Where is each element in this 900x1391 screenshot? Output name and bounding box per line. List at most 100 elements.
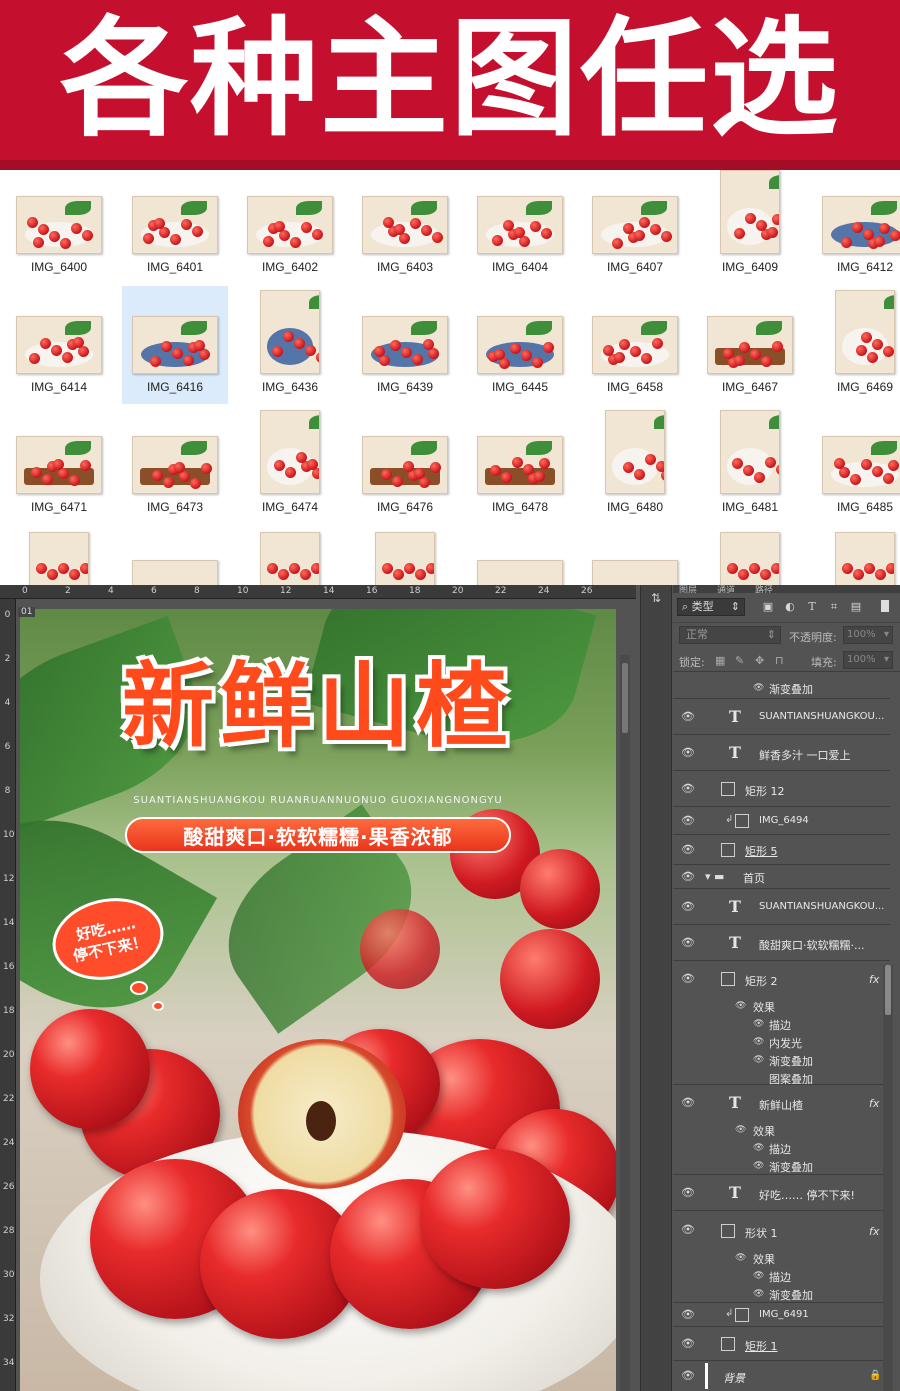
tab-layers[interactable]: 图层: [679, 585, 697, 593]
canvas-scrollbar-thumb[interactable]: [622, 663, 628, 733]
file-thumbnail[interactable]: IMG_6445: [467, 286, 573, 404]
layers-scrollbar-thumb[interactable]: [885, 965, 891, 1015]
layer-effect-row[interactable]: 👁 渐变叠加: [673, 675, 890, 699]
layer-row[interactable]: 👁 T 鲜香多汁 一口爱上: [673, 735, 890, 771]
eye-icon[interactable]: 👁: [735, 1125, 746, 1135]
lock-move-icon[interactable]: ✥: [755, 654, 764, 667]
eye-icon[interactable]: 👁: [681, 844, 695, 855]
file-thumbnail[interactable]: IMG_6404: [467, 170, 573, 284]
layer-row[interactable]: 👁 形状 1 fx 👁 效果 👁 描边 👁 渐变叠加: [673, 1211, 890, 1303]
file-thumbnail[interactable]: IMG_6481: [697, 406, 803, 524]
fx-icon[interactable]: fx: [869, 1225, 879, 1238]
canvas-scrollbar[interactable]: [620, 655, 630, 1391]
eye-icon[interactable]: 👁: [681, 937, 695, 948]
eye-icon[interactable]: 👁: [753, 1161, 764, 1171]
file-thumbnail[interactable]: IMG_6401: [122, 170, 228, 284]
tab-channels[interactable]: 通道: [717, 585, 735, 593]
eye-icon[interactable]: 👁: [681, 783, 695, 794]
file-thumbnail[interactable]: IMG_6474: [237, 406, 343, 524]
eye-icon[interactable]: 👁: [681, 1097, 695, 1108]
blend-mode-select[interactable]: 正常 ⇕: [679, 626, 781, 644]
fill-field[interactable]: 100% ▾: [843, 651, 893, 669]
file-thumbnail[interactable]: IMG_6485: [812, 406, 900, 524]
eye-icon[interactable]: 👁: [753, 1289, 764, 1299]
fx-icon[interactable]: fx: [869, 1097, 879, 1110]
eye-icon[interactable]: 👁: [681, 711, 695, 722]
file-thumbnail[interactable]: IMG_6471: [6, 406, 112, 524]
panel-toggle-icon[interactable]: ⇅: [648, 591, 664, 607]
file-thumbnail[interactable]: IMG_6473: [122, 406, 228, 524]
lock-paint-icon[interactable]: ✎: [735, 654, 744, 667]
fx-icon[interactable]: fx: [869, 973, 879, 986]
layers-scrollbar[interactable]: [883, 965, 893, 1391]
eye-icon[interactable]: 👁: [681, 901, 695, 912]
eye-icon[interactable]: 👁: [681, 1338, 695, 1349]
eye-icon[interactable]: 👁: [681, 815, 695, 826]
document-canvas[interactable]: 新鲜山楂 SUANTIANSHUANGKOU RUANRUANNUONUO GU…: [20, 609, 616, 1391]
eye-icon[interactable]: 👁: [681, 1309, 695, 1320]
opacity-field[interactable]: 100% ▾: [843, 626, 893, 644]
thumbnail-image[interactable]: [477, 560, 563, 585]
eye-icon[interactable]: 👁: [753, 1055, 764, 1065]
document-tab[interactable]: 01: [18, 607, 36, 617]
layer-row[interactable]: 👁 矩形 1: [673, 1327, 890, 1361]
file-thumbnail[interactable]: IMG_6400: [6, 170, 112, 284]
lock-all-icon[interactable]: ⊓: [775, 654, 784, 667]
file-thumbnail[interactable]: IMG_6402: [237, 170, 343, 284]
thumbnail-image[interactable]: [132, 560, 218, 585]
layer-row[interactable]: 👁 ↲ IMG_6494: [673, 807, 890, 835]
lock-transparent-icon[interactable]: ▦: [715, 654, 725, 667]
image-filter-icon[interactable]: ▣: [761, 600, 775, 614]
layer-row[interactable]: 👁 T 酸甜爽口·软软糯糯·...: [673, 925, 890, 961]
thumbnail-image[interactable]: [720, 532, 780, 585]
eye-icon[interactable]: 👁: [681, 871, 695, 882]
eye-icon[interactable]: 👁: [681, 747, 695, 758]
layer-row[interactable]: 👁 T 新鲜山楂 fx 👁 效果 👁 描边 👁 渐变叠加: [673, 1085, 890, 1175]
eye-icon[interactable]: 👁: [735, 1001, 746, 1011]
smart-object-filter-icon[interactable]: ▤: [849, 600, 863, 614]
eye-icon[interactable]: 👁: [681, 1370, 695, 1381]
file-thumbnail[interactable]: IMG_6403: [352, 170, 458, 284]
tab-paths[interactable]: 路径: [755, 585, 773, 593]
eye-icon[interactable]: 👁: [753, 1271, 764, 1281]
file-thumbnail[interactable]: IMG_6480: [582, 406, 688, 524]
layer-row[interactable]: 👁 背景 🔒: [673, 1361, 890, 1391]
eye-icon[interactable]: 👁: [753, 683, 764, 693]
eye-icon[interactable]: 👁: [681, 973, 695, 984]
layer-row[interactable]: 👁 T SUANTIANSHUANGKOU...: [673, 889, 890, 925]
thumbnail-image[interactable]: [835, 532, 895, 585]
thumbnail-image[interactable]: [29, 532, 89, 585]
adjustment-filter-icon[interactable]: ◐: [783, 600, 797, 614]
file-thumbnail[interactable]: IMG_6436: [237, 286, 343, 404]
layer-row[interactable]: 👁 ↲ IMG_6491: [673, 1303, 890, 1327]
shape-filter-icon[interactable]: ⌗: [827, 600, 841, 614]
type-filter-icon[interactable]: T: [805, 600, 819, 614]
eye-icon[interactable]: 👁: [753, 1037, 764, 1047]
layer-row[interactable]: 👁 矩形 12: [673, 771, 890, 807]
layer-row[interactable]: 👁 矩形 2 fx 👁 效果 👁 描边 👁 内发光 👁 渐变叠加 图案叠加: [673, 961, 890, 1086]
file-thumbnail[interactable]: IMG_6407: [582, 170, 688, 284]
thumbnail-image[interactable]: [260, 532, 320, 585]
eye-icon[interactable]: 👁: [681, 1224, 695, 1235]
file-thumbnail[interactable]: IMG_6458: [582, 286, 688, 404]
file-thumbnail[interactable]: IMG_6469: [812, 286, 900, 404]
eye-icon[interactable]: 👁: [735, 1253, 746, 1263]
file-thumbnail[interactable]: IMG_6412: [812, 170, 900, 284]
thumbnail-image[interactable]: [375, 532, 435, 585]
layer-row[interactable]: 👁 矩形 5: [673, 835, 890, 865]
layer-row[interactable]: 👁 T 好吃…… 停不下来!: [673, 1175, 890, 1211]
file-thumbnail[interactable]: IMG_6478: [467, 406, 573, 524]
layer-filter-select[interactable]: ⌕ 类型 ⇕: [677, 598, 745, 616]
layer-row[interactable]: 👁 T SUANTIANSHUANGKOU...: [673, 699, 890, 735]
layer-group-row[interactable]: 👁 ▾ ▬ 首页: [673, 865, 890, 889]
file-thumbnail[interactable]: IMG_6439: [352, 286, 458, 404]
file-thumbnail[interactable]: IMG_6467: [697, 286, 803, 404]
file-thumbnail[interactable]: IMG_6476: [352, 406, 458, 524]
eye-icon[interactable]: 👁: [753, 1019, 764, 1029]
file-thumbnail[interactable]: IMG_6414: [6, 286, 112, 404]
thumbnail-image[interactable]: [592, 560, 678, 585]
eye-icon[interactable]: 👁: [753, 1143, 764, 1153]
filter-toggle-icon[interactable]: [881, 600, 889, 612]
file-thumbnail[interactable]: IMG_6409: [697, 170, 803, 284]
eye-icon[interactable]: 👁: [681, 1187, 695, 1198]
